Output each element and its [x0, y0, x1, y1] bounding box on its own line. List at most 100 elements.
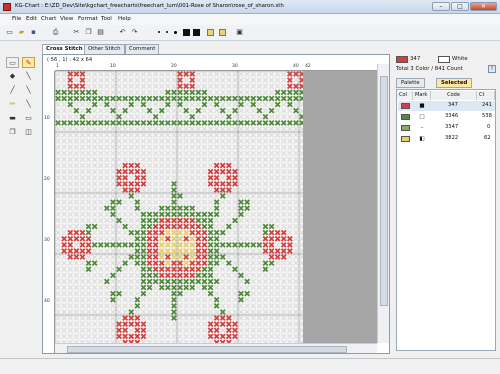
paste-icon[interactable]: ▤ [96, 28, 105, 37]
color-row[interactable]: □ 3346 538 [398, 112, 495, 122]
redo-icon[interactable]: ↷ [130, 28, 139, 37]
ruler-left-label: 10 [44, 116, 50, 121]
primary-color-swatch[interactable] [396, 56, 408, 63]
mark-square-outline-icon: □ [419, 114, 425, 120]
ruler-top-label: 42 [305, 64, 311, 69]
tab-comment[interactable]: Comment [125, 44, 160, 54]
zoom-icon[interactable]: ▣ [235, 28, 244, 37]
ruler-top-label: 30 [232, 64, 238, 69]
symbol-view-icon[interactable] [219, 29, 226, 36]
row-color-swatch [401, 136, 410, 142]
brush-size-large-icon[interactable] [193, 29, 200, 36]
row-code: 3822 [445, 135, 459, 141]
menu-edit[interactable]: Edit [26, 16, 37, 22]
tab-selected[interactable]: Selected [436, 78, 473, 88]
ruler-top: 1 10 20 30 40 42 [55, 64, 389, 71]
coordinate-readout: ( 56 , 1) : 42 x 64 [47, 57, 93, 63]
maximize-button[interactable]: □ [451, 2, 469, 11]
row-color-swatch [401, 114, 410, 120]
column-header-col: Col [397, 91, 413, 100]
menu-format[interactable]: Format [78, 16, 98, 22]
tab-other-stitch[interactable]: Other Stitch [84, 44, 125, 54]
ruler-top-label: 1 [56, 64, 59, 69]
row-code: 3347 [445, 124, 459, 130]
save-icon[interactable]: ▪ [29, 28, 38, 37]
minimize-button[interactable]: – [432, 2, 450, 11]
secondary-color-swatch[interactable] [438, 56, 450, 63]
fill-tool-icon[interactable]: ◆ [6, 71, 19, 82]
line-tool-icon[interactable]: ╱ [6, 85, 19, 96]
open-folder-icon[interactable]: ▰ [17, 28, 26, 37]
color-row[interactable]: ■ 347 241 [398, 101, 495, 111]
color-panel: 347 White Total 3 Color / 841 Count ! Pa… [394, 54, 498, 354]
stitch-pen-tool-icon[interactable]: ✎ [22, 57, 35, 68]
column-header-count: Ct [477, 91, 495, 100]
menu-help[interactable]: Help [118, 16, 131, 22]
row-code: 3346 [445, 113, 459, 119]
color-row[interactable]: – 3347 0 [398, 123, 495, 133]
undo-icon[interactable]: ↶ [118, 28, 127, 37]
column-header-mark: Mark [413, 91, 431, 100]
selected-colors-table: Col Mark Code Ct ■ 347 241 □ 3346 538 – … [396, 89, 496, 351]
copy-icon[interactable]: ❐ [84, 28, 93, 37]
ruler-top-label: 10 [110, 64, 116, 69]
cut-icon[interactable]: ✂ [72, 28, 81, 37]
mark-dash-icon: – [420, 125, 424, 131]
menu-file[interactable]: File [12, 16, 21, 22]
row-count: 0 [487, 124, 491, 130]
row-color-swatch [401, 103, 410, 109]
stitch-pattern-grid[interactable] [55, 71, 303, 343]
secondary-color-label: White [452, 56, 468, 62]
primary-color-code: 347 [410, 56, 421, 62]
menu-view[interactable]: View [60, 16, 73, 22]
point-size-3-icon[interactable] [174, 31, 177, 34]
frame-tool-icon[interactable]: ▭ [22, 113, 35, 124]
vertical-scrollbar[interactable] [377, 64, 389, 343]
row-color-swatch [401, 125, 410, 131]
ruler-left-label: 30 [44, 238, 50, 243]
ruler-left: 10 20 30 40 [43, 71, 55, 353]
ruler-top-label: 20 [171, 64, 177, 69]
app-icon [3, 3, 11, 11]
canvas-outside-area [303, 71, 377, 343]
status-bar [0, 358, 500, 374]
toolbar: ▭ ▰ ▪ ⎙ ✂ ❐ ▤ ↶ ↷ ▣ [0, 25, 500, 41]
color-count-summary: Total 3 Color / 841 Count [396, 66, 463, 72]
row-count: 538 [482, 113, 492, 119]
select-tool-icon[interactable]: ▭ [6, 57, 19, 68]
ruler-left-label: 40 [44, 299, 50, 304]
tab-palette[interactable]: Palette [396, 78, 425, 88]
color-row[interactable]: ◧ 3822 62 [398, 134, 495, 144]
title-bar: KG-Chart : E:\ZD_Dev\Site\kgchart_freech… [0, 0, 500, 14]
horizontal-scrollbar[interactable] [55, 343, 377, 353]
pencil-tool-icon[interactable]: ✏ [6, 99, 19, 110]
ruler-left-label: 20 [44, 177, 50, 182]
print-icon[interactable]: ⎙ [51, 28, 60, 37]
tool-palette: ▭ ✎ ◆ ╲ ╱ ╲ ✏ ╲ ▬ ▭ ❐ ◫ [4, 55, 38, 138]
menu-chart[interactable]: Chart [41, 16, 56, 22]
menu-bar: File Edit Chart View Format Tool Help [0, 14, 500, 25]
rectangle-tool-icon[interactable]: ▬ [6, 113, 19, 124]
needle-tool-icon[interactable]: ╲ [22, 99, 35, 110]
close-button[interactable]: ✕ [470, 2, 497, 11]
chart-canvas-panel: ( 56 , 1) : 42 x 64 1 10 20 30 40 42 10 … [42, 54, 390, 354]
eyedropper-tool-icon[interactable]: ╲ [22, 71, 35, 82]
panel-options-icon[interactable]: ! [488, 65, 496, 73]
menu-tool[interactable]: Tool [101, 16, 112, 22]
new-file-icon[interactable]: ▭ [5, 28, 14, 37]
row-count: 241 [482, 102, 492, 108]
backstitch-tool-icon[interactable]: ╲ [22, 85, 35, 96]
brush-size-small-icon[interactable] [183, 29, 190, 36]
horizontal-scroll-thumb[interactable] [67, 346, 347, 353]
row-count: 62 [484, 135, 491, 141]
copy-area-tool-icon[interactable]: ❐ [6, 127, 19, 138]
mark-square-half-icon: ◧ [419, 136, 425, 142]
point-size-1-icon[interactable] [158, 31, 160, 33]
grid-toggle-icon[interactable] [207, 29, 214, 36]
point-size-2-icon[interactable] [166, 31, 168, 33]
vertical-scroll-thumb[interactable] [380, 76, 388, 306]
mark-square-icon: ■ [419, 103, 425, 109]
rotate-tool-icon[interactable]: ◫ [22, 127, 35, 138]
ruler-top-label: 40 [293, 64, 299, 69]
row-code: 347 [448, 102, 458, 108]
